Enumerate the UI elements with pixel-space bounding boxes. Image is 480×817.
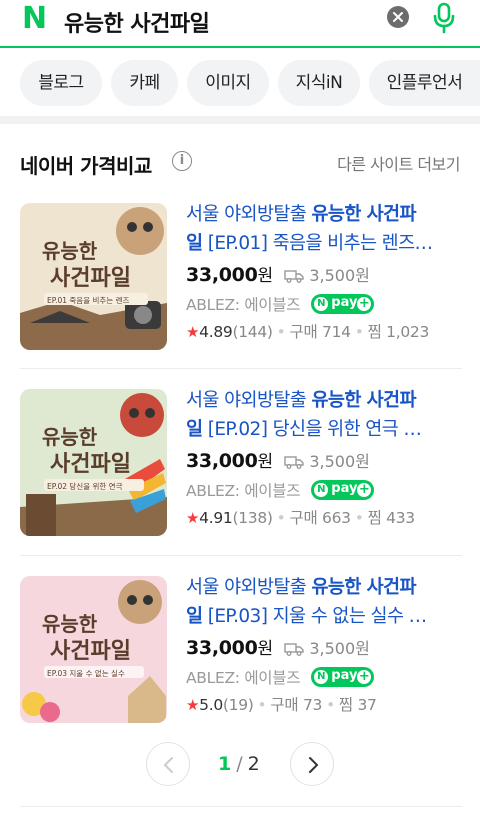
seller-row: ABLEZ: 에이블즈 Npay + bbox=[186, 666, 375, 688]
seller-name[interactable]: ABLEZ: 에이블즈 bbox=[186, 669, 300, 687]
like-count: 찜 1,023 bbox=[367, 323, 430, 341]
tab-images[interactable]: 이미지 bbox=[187, 60, 269, 106]
tab-cafe[interactable]: 카페 bbox=[111, 60, 178, 106]
search-bar: N 유능한 사건파일 bbox=[0, 0, 480, 48]
pagination-indicator: 1/2 bbox=[218, 753, 261, 775]
close-icon bbox=[393, 12, 403, 22]
product-item[interactable]: 유능한 사건파일 EP.03 지울 수 없는 실수 서울 야외방탈출 유능한 사… bbox=[0, 576, 480, 760]
stats-row: ★4.89(144) • 구매 714 • 찜 1,023 bbox=[186, 323, 430, 341]
product-thumbnail[interactable]: 유능한 사건파일 EP.02 당신을 위한 연극 bbox=[20, 389, 167, 536]
product-item[interactable]: 유능한 사건파일 EP.01 죽음을 비추는 렌즈 서울 야외방탈출 유능한 사… bbox=[0, 203, 480, 387]
search-input[interactable]: 유능한 사건파일 bbox=[64, 6, 210, 38]
star-icon: ★ bbox=[186, 696, 200, 714]
total-pages: 2 bbox=[247, 753, 261, 775]
section-title: 네이버 가격비교 bbox=[20, 154, 152, 178]
review-count: (138) bbox=[232, 509, 273, 527]
clear-search-button[interactable] bbox=[387, 6, 409, 28]
seller-row: ABLEZ: 에이블즈 Npay + bbox=[186, 479, 375, 501]
svg-text:유능한: 유능한 bbox=[42, 612, 98, 636]
star-icon: ★ bbox=[186, 323, 200, 341]
divider bbox=[20, 368, 462, 369]
truck-icon bbox=[284, 643, 304, 656]
npay-badge: Npay + bbox=[311, 480, 375, 500]
shipping-fee: 3,500원 bbox=[309, 639, 370, 658]
rating: 4.89 bbox=[199, 323, 233, 341]
product-title[interactable]: 서울 야외방탈출 유능한 사건파 일 [EP.03] 지울 수 없는 실수 … bbox=[186, 573, 462, 631]
product-price: 33,000 bbox=[186, 637, 258, 659]
price-row: 33,000원 3,500원 bbox=[186, 264, 370, 286]
product-price: 33,000 bbox=[186, 264, 258, 286]
tab-blog[interactable]: 블로그 bbox=[20, 60, 102, 106]
purchase-count: 구매 73 bbox=[270, 696, 323, 714]
current-page: 1 bbox=[218, 753, 233, 775]
svg-text:EP.03 지울 수 없는 실수: EP.03 지울 수 없는 실수 bbox=[47, 668, 125, 678]
npay-badge: Npay + bbox=[311, 294, 375, 314]
product-thumbnail[interactable]: 유능한 사건파일 EP.01 죽음을 비추는 렌즈 bbox=[20, 203, 167, 350]
like-count: 찜 433 bbox=[367, 509, 416, 527]
svg-text:사건파일: 사건파일 bbox=[50, 639, 131, 664]
tab-knowledge-in[interactable]: 지식iN bbox=[278, 60, 360, 106]
product-price: 33,000 bbox=[186, 450, 258, 472]
npay-badge: Npay + bbox=[311, 667, 375, 687]
seller-name[interactable]: ABLEZ: 에이블즈 bbox=[186, 296, 300, 314]
divider bbox=[20, 555, 462, 556]
seller-name[interactable]: ABLEZ: 에이블즈 bbox=[186, 482, 300, 500]
chevron-left-icon bbox=[163, 757, 173, 773]
divider bbox=[20, 806, 462, 807]
product-title[interactable]: 서울 야외방탈출 유능한 사건파 일 [EP.01] 죽음을 비추는 렌즈… bbox=[186, 200, 462, 258]
svg-text:유능한: 유능한 bbox=[42, 425, 98, 449]
chevron-right-icon bbox=[309, 757, 319, 773]
purchase-count: 구매 663 bbox=[289, 509, 352, 527]
price-row: 33,000원 3,500원 bbox=[186, 450, 370, 472]
voice-search-button[interactable] bbox=[432, 2, 456, 34]
svg-text:EP.02 당신을 위한 연극: EP.02 당신을 위한 연극 bbox=[47, 481, 123, 491]
truck-icon bbox=[284, 270, 304, 283]
section-separator bbox=[0, 116, 480, 124]
info-icon[interactable]: i bbox=[172, 151, 192, 171]
svg-text:사건파일: 사건파일 bbox=[50, 452, 131, 477]
truck-icon bbox=[284, 456, 304, 469]
stats-row: ★5.0(19) • 구매 73 • 찜 37 bbox=[186, 696, 377, 714]
star-icon: ★ bbox=[186, 509, 200, 527]
shipping-fee: 3,500원 bbox=[309, 266, 370, 285]
prev-page-button[interactable] bbox=[146, 742, 190, 786]
other-sites-link[interactable]: 다른 사이트 더보기 bbox=[337, 151, 460, 175]
product-thumbnail[interactable]: 유능한 사건파일 EP.03 지울 수 없는 실수 bbox=[20, 576, 167, 723]
microphone-icon bbox=[433, 2, 455, 34]
svg-text:EP.01 죽음을 비추는 렌즈: EP.01 죽음을 비추는 렌즈 bbox=[47, 295, 129, 305]
next-page-button[interactable] bbox=[290, 742, 334, 786]
shipping-fee: 3,500원 bbox=[309, 452, 370, 471]
price-row: 33,000원 3,500원 bbox=[186, 637, 370, 659]
seller-row: ABLEZ: 에이블즈 Npay + bbox=[186, 293, 375, 315]
rating: 4.91 bbox=[199, 509, 233, 527]
search-tabs: 블로그 카페 이미지 지식iN 인플루언서 bbox=[0, 50, 480, 116]
product-item[interactable]: 유능한 사건파일 EP.02 당신을 위한 연극 서울 야외방탈출 유능한 사건… bbox=[0, 389, 480, 573]
svg-text:유능한: 유능한 bbox=[42, 239, 98, 263]
stats-row: ★4.91(138) • 구매 663 • 찜 433 bbox=[186, 509, 416, 527]
review-count: (144) bbox=[232, 323, 273, 341]
product-title[interactable]: 서울 야외방탈출 유능한 사건파 일 [EP.02] 당신을 위한 연극 … bbox=[186, 386, 462, 444]
review-count: (19) bbox=[222, 696, 254, 714]
rating: 5.0 bbox=[199, 696, 223, 714]
purchase-count: 구매 714 bbox=[289, 323, 352, 341]
like-count: 찜 37 bbox=[338, 696, 377, 714]
naver-logo[interactable]: N bbox=[22, 4, 48, 34]
tab-influencer[interactable]: 인플루언서 bbox=[369, 60, 480, 106]
svg-text:사건파일: 사건파일 bbox=[50, 266, 131, 291]
